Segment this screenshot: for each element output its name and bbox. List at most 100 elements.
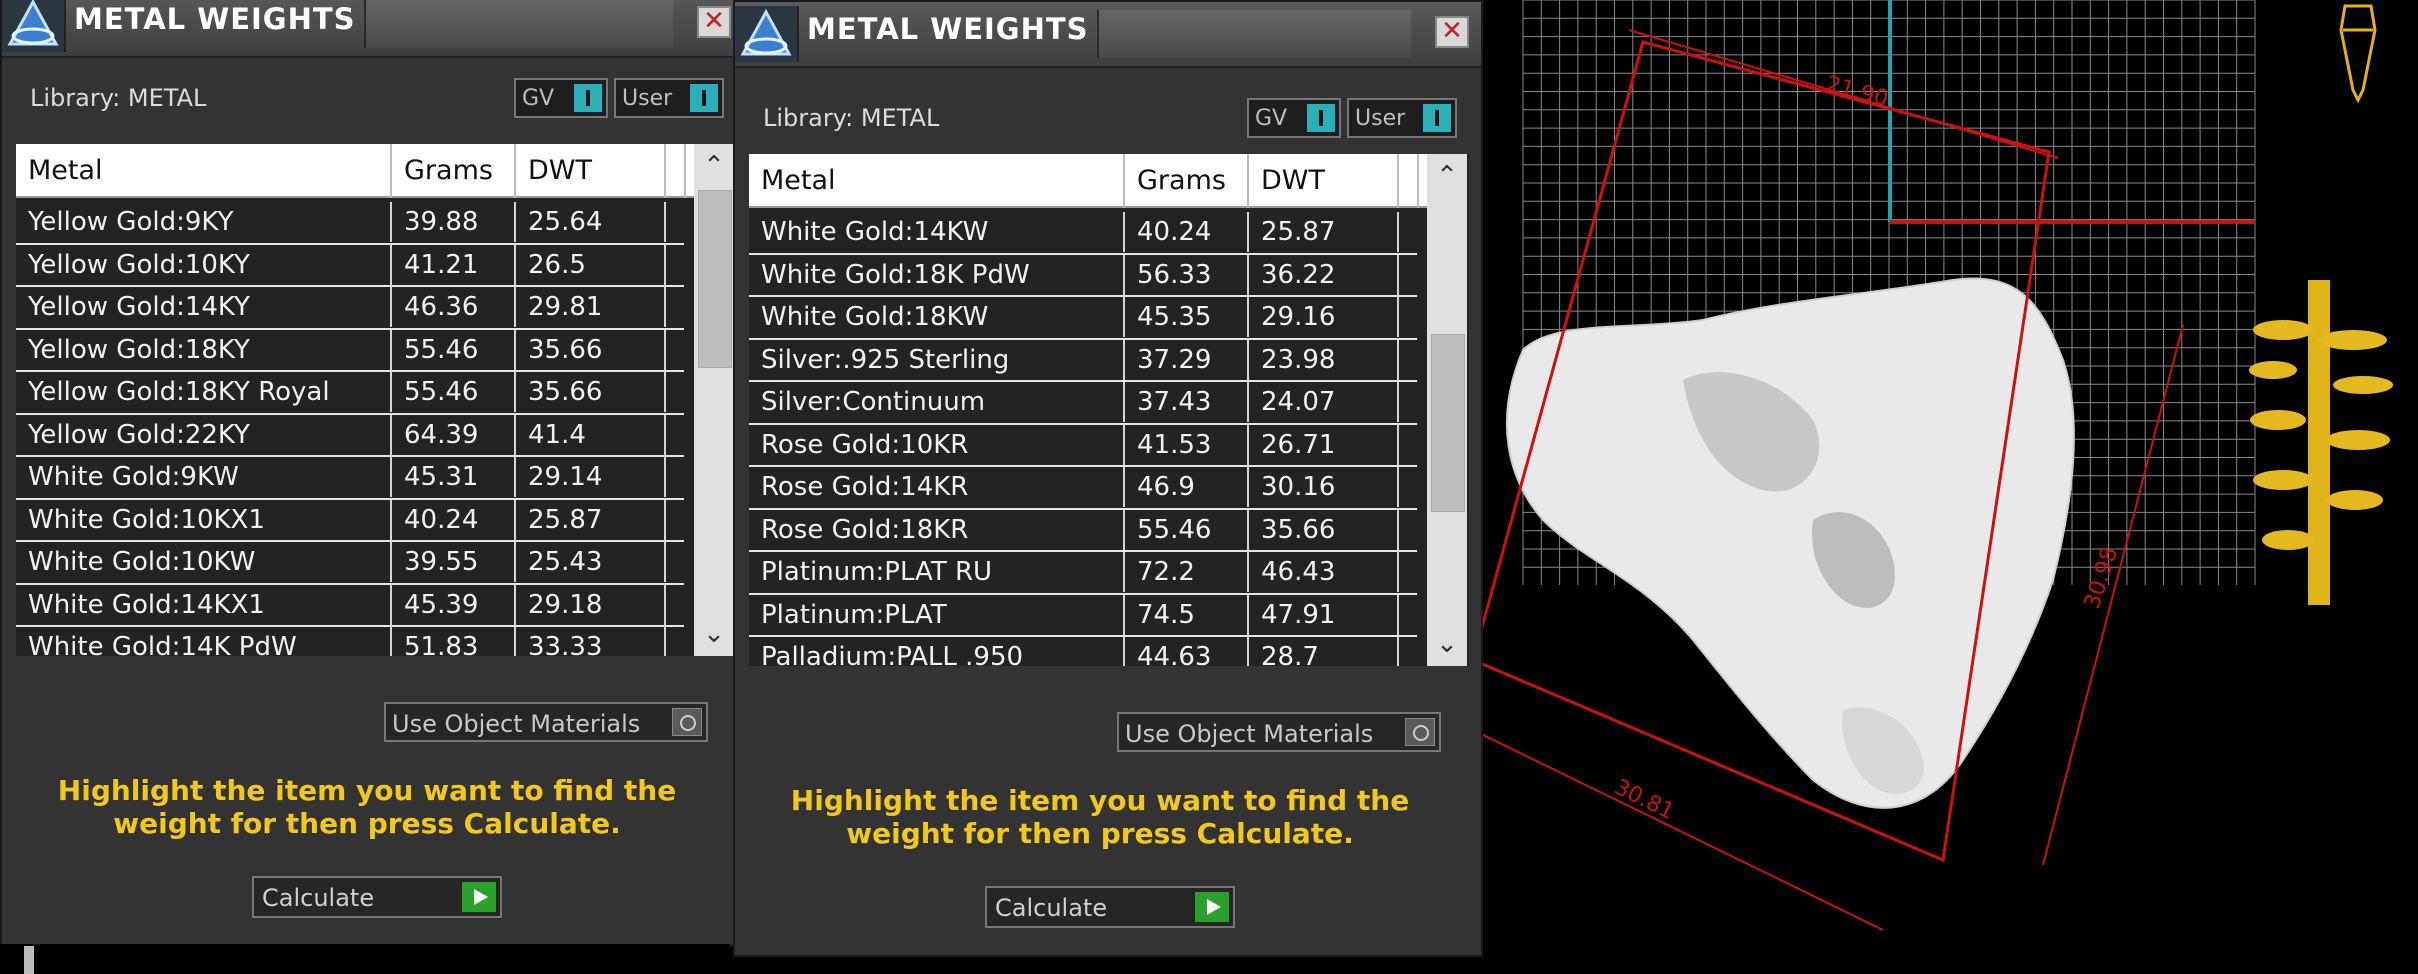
cell-filler	[1399, 212, 1419, 252]
panel-titlebar[interactable]: METAL WEIGHTS ✕	[2, 0, 743, 58]
table-scrollbar[interactable]: ⌃ ⌄	[1427, 154, 1467, 666]
column-header-metal[interactable]: Metal	[16, 144, 392, 198]
table-row[interactable]: White Gold:14KW 40.24 25.87	[749, 212, 1417, 255]
use-object-materials-toggle[interactable]: Use Object Materials	[1117, 712, 1441, 752]
radio-icon	[672, 708, 702, 736]
table-row[interactable]: Yellow Gold:18KY Royal 55.46 35.66	[16, 372, 684, 415]
cell-grams: 41.21	[392, 244, 516, 285]
scroll-down-arrow-icon[interactable]: ⌄	[1427, 624, 1467, 664]
cell-grams: 51.83	[392, 627, 516, 656]
instruction-text: Highlight the item you want to find the …	[57, 774, 677, 840]
table-row[interactable]: Platinum:PLAT RU 72.2 46.43	[749, 552, 1417, 595]
table-row[interactable]: White Gold:10KX1 40.24 25.87	[16, 499, 684, 542]
gv-toggle-label: GV	[1255, 106, 1288, 131]
cell-filler	[1399, 340, 1419, 380]
viewport-canvas: 21.90 30.98 30.81	[1483, 0, 2393, 931]
table-row[interactable]: Platinum:PLAT 74.5 47.91	[749, 594, 1417, 637]
cell-dwt: 24.07	[1249, 382, 1399, 422]
title-drag-area[interactable]	[364, 0, 673, 48]
table-rows: White Gold:14KW 40.24 25.87 White Gold:18K …	[749, 212, 1417, 666]
cell-dwt: 29.18	[516, 584, 666, 625]
table-row[interactable]: Yellow Gold:14KY 46.36 29.81	[16, 287, 684, 330]
dimension-label-top: 21.90	[1823, 72, 1890, 112]
column-header-dwt[interactable]: DWT	[1249, 154, 1399, 208]
gv-toggle[interactable]: GV	[514, 78, 608, 118]
column-header-grams[interactable]: Grams	[1125, 154, 1249, 208]
table-row[interactable]: White Gold:18K PdW 56.33 36.22	[749, 254, 1417, 297]
calculate-label: Calculate	[262, 884, 375, 912]
tree-branch	[2262, 530, 2314, 550]
calculate-button[interactable]: Calculate	[252, 876, 502, 918]
gold-casting-tree[interactable]	[2249, 280, 2393, 605]
cell-metal: Yellow Gold:18KY	[16, 329, 392, 370]
scroll-up-arrow-icon[interactable]: ⌃	[1427, 156, 1467, 196]
cell-metal: White Gold:10KW	[16, 542, 392, 582]
radio-icon	[1405, 718, 1435, 746]
column-header-dwt[interactable]: DWT	[516, 144, 666, 198]
metal-weights-panel-1: METAL WEIGHTS ✕ Library: METAL GV User M…	[0, 0, 745, 947]
gv-toggle[interactable]: GV	[1247, 98, 1341, 138]
table-row[interactable]: Yellow Gold:18KY 55.46 35.66	[16, 329, 684, 372]
panel-titlebar[interactable]: METAL WEIGHTS ✕	[735, 2, 1481, 68]
cell-dwt: 25.43	[516, 542, 666, 582]
cell-dwt: 29.16	[1249, 297, 1399, 337]
table-row[interactable]: Silver:Continuum 37.43 24.07	[749, 382, 1417, 425]
cell-metal: Rose Gold:10KR	[749, 424, 1125, 465]
scroll-thumb[interactable]	[698, 190, 732, 368]
cell-filler	[1399, 425, 1419, 465]
cell-dwt: 25.87	[516, 499, 666, 540]
close-icon[interactable]: ✕	[1435, 16, 1469, 48]
bottom-strip	[0, 944, 730, 974]
cell-dwt: 46.43	[1249, 552, 1399, 592]
column-header-filler	[666, 144, 686, 198]
calculate-button[interactable]: Calculate	[985, 886, 1235, 928]
metal-table[interactable]: Metal Grams DWT White Gold:14KW 40.24 25.8…	[749, 154, 1469, 666]
cell-grams: 40.24	[392, 499, 516, 540]
table-row[interactable]: Yellow Gold:22KY 64.39 41.4	[16, 414, 686, 457]
table-row[interactable]: Rose Gold:14KR 46.9 30.16	[749, 467, 1417, 510]
cell-metal: Rose Gold:14KR	[749, 467, 1125, 507]
cell-filler	[666, 287, 686, 327]
table-rows: Yellow Gold:9KY 39.88 25.64 Yellow Gold:10K…	[16, 202, 684, 656]
cell-dwt: 35.66	[516, 329, 666, 370]
table-row[interactable]: White Gold:9KW 45.31 29.14	[16, 457, 684, 500]
scroll-thumb[interactable]	[1431, 334, 1465, 513]
scroll-up-arrow-icon[interactable]: ⌃	[694, 146, 734, 186]
cell-dwt: 33.33	[516, 627, 666, 656]
scroll-down-arrow-icon[interactable]: ⌄	[694, 614, 734, 654]
table-row[interactable]: White Gold:14K PdW 51.83 33.33	[16, 627, 684, 656]
skull-model[interactable]	[1505, 277, 2075, 809]
cell-filler	[1399, 552, 1419, 592]
cell-dwt: 41.4	[516, 414, 666, 455]
cell-grams: 64.39	[392, 414, 516, 455]
use-object-materials-toggle[interactable]: Use Object Materials	[384, 702, 708, 742]
cell-grams: 74.5	[1125, 594, 1249, 635]
table-row[interactable]: White Gold:18KW 45.35 29.16	[749, 297, 1417, 340]
table-row[interactable]: White Gold:14KX1 45.39 29.18	[16, 584, 684, 627]
table-row[interactable]: Rose Gold:18KR 55.46 35.66	[749, 509, 1417, 552]
column-header-grams[interactable]: Grams	[392, 144, 516, 198]
metal-table[interactable]: Metal Grams DWT Yellow Gold:9KY 39.88 25.6…	[16, 144, 736, 656]
tree-branch	[2327, 490, 2383, 510]
table-row[interactable]: Yellow Gold:10KY 41.21 26.5	[16, 244, 684, 287]
cell-metal: Silver:.925 Sterling	[749, 339, 1125, 380]
cell-filler	[1399, 297, 1419, 337]
close-icon[interactable]: ✕	[697, 6, 731, 38]
table-row[interactable]: Rose Gold:10KR 41.53 26.71	[749, 424, 1419, 467]
3d-viewport[interactable]: 21.90 30.98 30.81	[1483, 0, 2418, 974]
table-row[interactable]: Silver:.925 Sterling 37.29 23.98	[749, 339, 1419, 382]
title-drag-area[interactable]	[1097, 10, 1411, 58]
column-header-metal[interactable]: Metal	[749, 154, 1125, 208]
table-row[interactable]: Palladium:PALL .950 44.63 28.7	[749, 637, 1417, 666]
user-toggle[interactable]: User	[1347, 98, 1457, 138]
table-scrollbar[interactable]: ⌃ ⌄	[694, 144, 734, 656]
user-toggle[interactable]: User	[614, 78, 724, 118]
library-label: Library: METAL	[30, 84, 207, 112]
cell-filler	[666, 415, 686, 455]
cell-filler	[666, 202, 686, 242]
table-row[interactable]: White Gold:10KW 39.55 25.43	[16, 542, 684, 585]
cell-grams: 72.2	[1125, 552, 1249, 592]
tree-branch	[2333, 376, 2393, 394]
cell-dwt: 25.87	[1249, 212, 1399, 252]
table-row[interactable]: Yellow Gold:9KY 39.88 25.64	[16, 202, 684, 245]
